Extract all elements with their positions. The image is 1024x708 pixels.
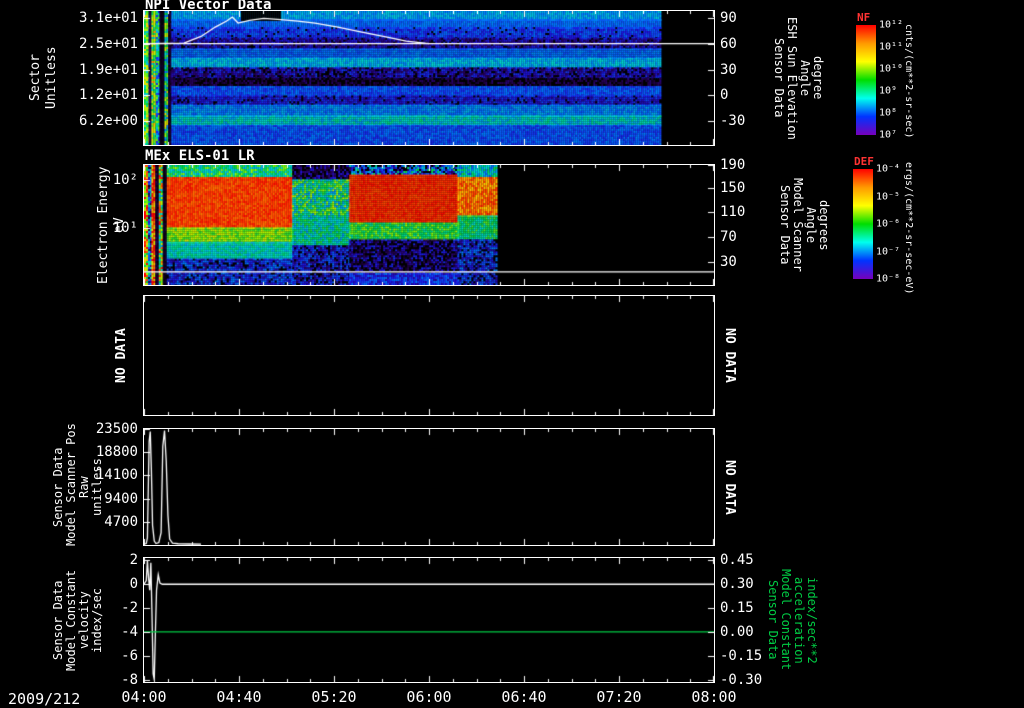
tick-label: 0.45 [720, 552, 754, 569]
nf-colorbar-units: cnts/(cm**2-sr-sec) [903, 23, 914, 139]
npi-spectrogram-canvas [144, 11, 714, 145]
tick-label: 06:00 [406, 688, 452, 706]
tick-label: -30 [720, 112, 746, 129]
no-data-canvas [144, 296, 714, 415]
tick-label: 30 [720, 61, 737, 78]
tick-label: 10¹¹ [879, 41, 904, 53]
panel1-y2label: Sensor Data ESH Sun Elevation Angle degr… [772, 16, 825, 140]
tick-label: 3.1e+01 [78, 9, 138, 26]
tick-label: 90 [720, 9, 737, 26]
panel-velocity [143, 557, 715, 683]
tick-label: 10⁷ [879, 129, 898, 141]
tick-label: -4 [121, 623, 138, 640]
tick-label: 0.00 [720, 623, 754, 640]
tick-label: 06:40 [501, 688, 547, 706]
panel5-y2label: Sensor Data Model Constant acceleration … [766, 569, 819, 671]
tick-label: 10⁻⁴ [876, 163, 901, 175]
tick-label: 10⁻⁵ [876, 191, 901, 202]
panel2-y2label: Sensor Data Model Scanner Angle degrees [778, 178, 831, 272]
tick-label: 10¹⁰ [879, 63, 904, 75]
tick-label: -2 [121, 600, 138, 617]
tick-label: 6.2e+00 [78, 112, 138, 129]
tick-label: 07:20 [596, 688, 642, 706]
panel2-title: MEx ELS-01 LR [145, 148, 255, 164]
tick-label: 190 [720, 157, 746, 173]
panel3-no-data-left-label: NO DATA [114, 328, 129, 383]
tick-label: 08:00 [691, 688, 737, 706]
tick-label: 10¹ [112, 220, 138, 236]
tick-label: 9400 [104, 490, 138, 507]
tick-label: -0.15 [720, 647, 763, 664]
tick-label: -6 [121, 647, 138, 664]
tick-label: 60 [720, 35, 737, 52]
tick-label: 0.15 [720, 600, 754, 617]
tick-label: 10² [112, 172, 138, 188]
tick-label: 4700 [104, 513, 138, 530]
tick-label: 05:20 [311, 688, 357, 706]
tick-label: 04:00 [121, 688, 167, 706]
velocity-canvas [144, 558, 714, 682]
tick-label: 10⁸ [879, 107, 898, 119]
tick-label: 10¹² [879, 19, 904, 31]
nf-colorbar-title: NF [857, 11, 871, 24]
panel-no-data [143, 295, 715, 416]
tick-label: 1.9e+01 [78, 61, 138, 78]
tick-label: 0 [129, 576, 138, 593]
tick-label: 70 [720, 229, 737, 245]
tick-label: 10⁻⁶ [876, 218, 901, 230]
panel1-ylabel: Sector Unitless [28, 46, 59, 110]
tick-label: 10⁻⁷ [876, 246, 901, 257]
els-spectrogram-canvas [144, 165, 714, 285]
def-colorbar-title: DEF [854, 155, 874, 168]
panel3-no-data-right-label: NO DATA [722, 328, 737, 383]
tick-label: -0.30 [720, 671, 763, 688]
panel-els-spectrogram [143, 164, 715, 286]
tick-label: 10⁻⁸ [876, 273, 901, 285]
panel-npi-vector-spectrogram [143, 10, 715, 146]
panel-scanner-pos [143, 428, 715, 546]
scanner-pos-canvas [144, 429, 714, 545]
tick-label: 04:40 [216, 688, 262, 706]
tick-label: -8 [121, 671, 138, 688]
tick-label: 0.30 [720, 576, 754, 593]
tick-label: 18800 [95, 444, 138, 461]
tick-label: 0 [720, 87, 729, 104]
def-colorbar [853, 169, 873, 279]
tick-label: 150 [720, 179, 746, 196]
panel5-ylabel: Sensor Data Model Constant velocity inde… [51, 569, 104, 671]
nf-colorbar [856, 25, 876, 135]
def-colorbar-units: ergs/(cm**2-sr-sec-eV) [903, 162, 914, 295]
tick-label: 2.5e+01 [78, 35, 138, 52]
tick-label: 2 [129, 552, 138, 569]
tick-label: 1.2e+01 [78, 87, 138, 104]
tick-label: 110 [720, 203, 746, 220]
tick-label: 30 [720, 254, 737, 271]
tick-label: 10⁹ [879, 85, 898, 97]
x-axis-date-label: 2009/212 [8, 690, 81, 708]
tick-label: 23500 [95, 421, 138, 437]
panel4-no-data-right-label: NO DATA [722, 459, 737, 515]
tick-label: 14100 [95, 467, 138, 484]
plot-page: NPI Vector Data MEx ELS-01 LR Sector Uni… [0, 0, 1024, 708]
